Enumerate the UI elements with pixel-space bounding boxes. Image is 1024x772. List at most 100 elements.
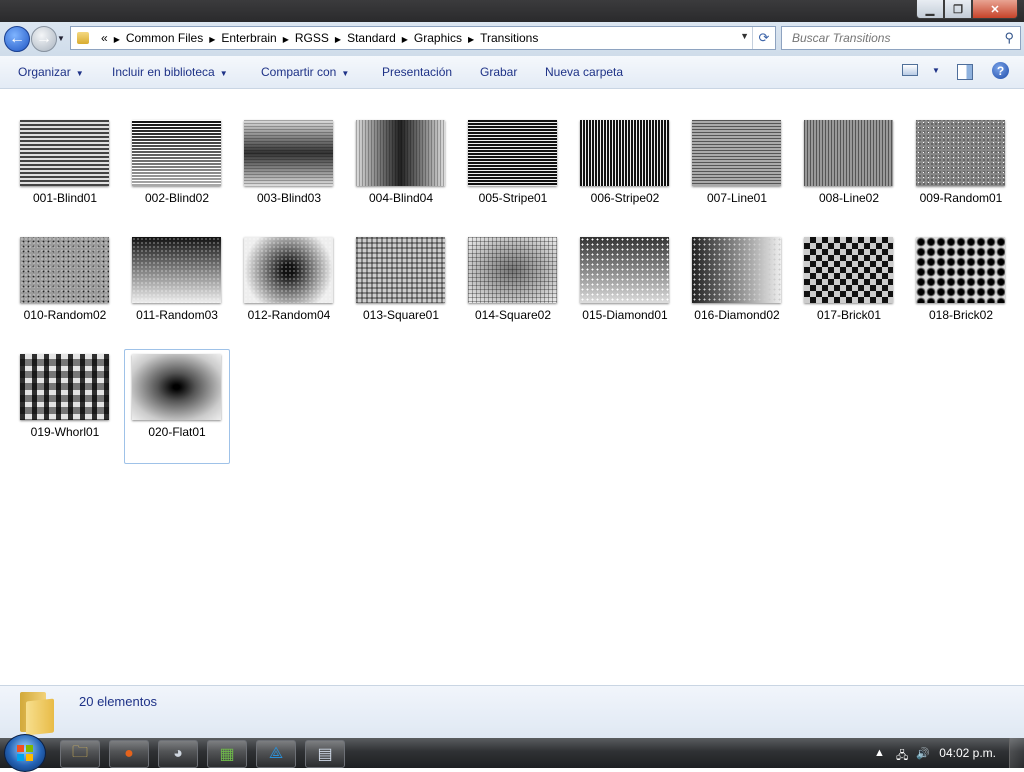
- refresh-button[interactable]: ⟳: [752, 27, 775, 49]
- image-thumbnail: [132, 237, 221, 303]
- close-button[interactable]: ✕: [972, 0, 1018, 19]
- clock[interactable]: 04:02 p.m.: [939, 746, 996, 760]
- search-input[interactable]: [790, 30, 994, 46]
- file-name: 004-Blind04: [368, 191, 434, 205]
- file-item[interactable]: 014-Square02: [460, 232, 566, 347]
- address-bar[interactable]: « ▶ Common Files ▶ Enterbrain ▶ RGSS ▶ Standard…: [70, 26, 776, 50]
- file-item[interactable]: 017-Brick01: [796, 232, 902, 347]
- taskbar-button[interactable]: ▤: [305, 740, 345, 768]
- file-name: 005-Stripe01: [478, 191, 548, 205]
- incluir-biblioteca-button[interactable]: Incluir en biblioteca ▼: [112, 65, 228, 79]
- minimize-button[interactable]: ▁: [916, 0, 944, 19]
- item-count: 20 elementos: [79, 694, 158, 709]
- file-name: 006-Stripe02: [590, 191, 660, 205]
- file-item[interactable]: 013-Square01: [348, 232, 454, 347]
- taskbar-button[interactable]: ▦: [207, 740, 247, 768]
- organizar-label: Organizar: [18, 65, 71, 79]
- taskbar-button[interactable]: ◕: [158, 740, 198, 768]
- breadcrumb-separator-icon[interactable]: ▶: [402, 35, 408, 44]
- file-name: 009-Random01: [919, 191, 1003, 205]
- breadcrumb-overflow[interactable]: «: [95, 31, 114, 45]
- compartir-con-button[interactable]: Compartir con ▼: [261, 65, 349, 79]
- breadcrumb-item[interactable]: Common Files: [120, 31, 209, 45]
- chevron-down-icon: ▼: [219, 69, 228, 78]
- file-item[interactable]: 007-Line01: [684, 115, 790, 230]
- taskbar-button[interactable]: ●: [109, 740, 149, 768]
- file-item[interactable]: 005-Stripe01: [460, 115, 566, 230]
- file-item[interactable]: 001-Blind01: [12, 115, 118, 230]
- show-hidden-icons-icon[interactable]: ▲: [874, 747, 885, 759]
- breadcrumb-item[interactable]: Standard: [341, 31, 402, 45]
- file-name: 007-Line01: [706, 191, 768, 205]
- file-name: 014-Square02: [474, 308, 552, 322]
- file-item[interactable]: 018-Brick02: [908, 232, 1014, 347]
- file-item[interactable]: 015-Diamond01: [572, 232, 678, 347]
- organizar-button[interactable]: Organizar ▼: [18, 65, 84, 79]
- breadcrumb-item[interactable]: Enterbrain: [215, 31, 282, 45]
- file-item[interactable]: 016-Diamond02: [684, 232, 790, 347]
- file-item[interactable]: 020-Flat01: [124, 349, 230, 464]
- messenger-icon: ◕: [173, 745, 183, 762]
- address-dropdown-icon[interactable]: ▼: [740, 31, 749, 41]
- window-titlebar: ▁ ❐ ✕: [0, 0, 1024, 22]
- recent-pages-button[interactable]: ▼: [57, 34, 65, 43]
- breadcrumb-item[interactable]: RGSS: [289, 31, 335, 45]
- chevron-down-icon[interactable]: ▼: [932, 66, 940, 75]
- back-button[interactable]: ←: [4, 26, 30, 52]
- refresh-icon: ⟳: [758, 30, 770, 45]
- search-icon[interactable]: ⚲: [1004, 30, 1014, 46]
- explorer-icon: 🗀: [71, 743, 88, 761]
- presentacion-button[interactable]: Presentación: [382, 65, 452, 79]
- taskbar-button[interactable]: 🗀: [60, 740, 100, 768]
- show-desktop-button[interactable]: [1009, 738, 1024, 768]
- command-toolbar: Organizar ▼ Incluir en biblioteca ▼ Compar…: [0, 56, 1024, 89]
- breadcrumb: ▶ Common Files ▶ Enterbrain ▶ RGSS ▶ Standard ▶ G…: [114, 31, 545, 45]
- file-name: 013-Square01: [362, 308, 440, 322]
- windows-logo-part: [26, 745, 33, 752]
- search-box: ⚲: [781, 26, 1021, 50]
- nueva-carpeta-button[interactable]: Nueva carpeta: [545, 65, 623, 79]
- file-item[interactable]: 011-Random03: [124, 232, 230, 347]
- breadcrumb-item[interactable]: Graphics: [408, 31, 468, 45]
- image-thumbnail: [20, 354, 109, 420]
- file-item[interactable]: 006-Stripe02: [572, 115, 678, 230]
- file-item[interactable]: 010-Random02: [12, 232, 118, 347]
- image-thumbnail: [916, 237, 1005, 303]
- help-button[interactable]: ?: [992, 62, 1009, 79]
- photo-gallery-icon: ▦: [219, 746, 235, 763]
- image-thumbnail: [692, 237, 781, 303]
- volume-icon[interactable]: 🔊: [916, 747, 930, 760]
- image-thumbnail: [580, 237, 669, 303]
- file-name: 002-Blind02: [144, 191, 210, 205]
- image-thumbnail: [132, 120, 221, 186]
- image-thumbnail: [20, 237, 109, 303]
- file-name: 012-Random04: [247, 308, 331, 322]
- image-thumbnail: [580, 120, 669, 186]
- grabar-button[interactable]: Grabar: [480, 65, 517, 79]
- change-view-button[interactable]: ▼: [902, 64, 940, 76]
- network-icon[interactable]: 🖧: [896, 747, 908, 766]
- file-item[interactable]: 008-Line02: [796, 115, 902, 230]
- preview-pane-button[interactable]: [957, 64, 973, 80]
- image-thumbnail: [916, 120, 1005, 186]
- file-item[interactable]: 002-Blind02: [124, 115, 230, 230]
- breadcrumb-item[interactable]: Transitions: [474, 31, 544, 45]
- maximize-button[interactable]: ❐: [944, 0, 972, 19]
- arduino-icon: ⟁: [268, 745, 284, 762]
- breadcrumb-separator-icon[interactable]: ▶: [114, 35, 120, 44]
- forward-button[interactable]: →: [31, 26, 57, 52]
- start-button[interactable]: [4, 734, 46, 772]
- file-item[interactable]: 004-Blind04: [348, 115, 454, 230]
- taskbar-button[interactable]: ⟁: [256, 740, 296, 768]
- image-thumbnail: [804, 237, 893, 303]
- breadcrumb-separator-icon[interactable]: ▶: [283, 35, 289, 44]
- file-item[interactable]: 009-Random01: [908, 115, 1014, 230]
- file-item[interactable]: 012-Random04: [236, 232, 342, 347]
- file-item[interactable]: 019-Whorl01: [12, 349, 118, 464]
- file-name: 010-Random02: [23, 308, 107, 322]
- document-icon: ▤: [317, 746, 333, 763]
- windows-logo-part: [26, 754, 33, 761]
- file-name: 018-Brick02: [928, 308, 994, 322]
- chevron-down-icon: ▼: [341, 69, 350, 78]
- file-item[interactable]: 003-Blind03: [236, 115, 342, 230]
